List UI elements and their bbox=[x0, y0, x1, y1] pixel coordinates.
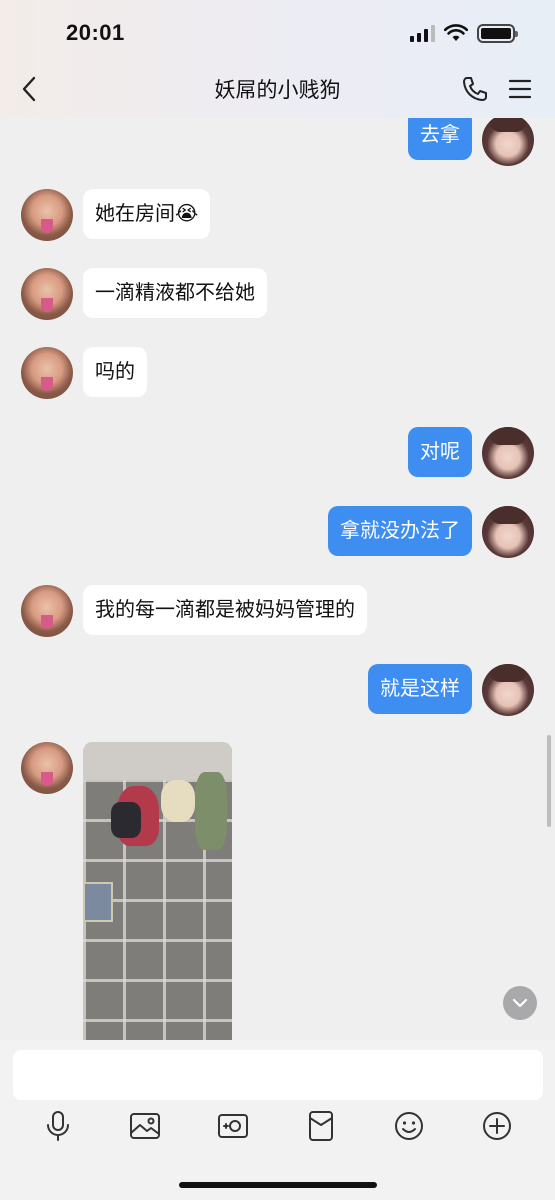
avatar[interactable] bbox=[482, 506, 534, 558]
status-icons bbox=[410, 22, 518, 44]
avatar[interactable] bbox=[21, 268, 73, 320]
message-bubble[interactable]: 对呢 bbox=[408, 427, 472, 477]
top-bar: 20:01 妖屌的小贱狗 bbox=[0, 0, 555, 118]
message-bubble[interactable]: 吗的 bbox=[83, 347, 147, 397]
scrollbar[interactable] bbox=[547, 735, 551, 827]
wifi-icon bbox=[444, 24, 468, 41]
menu-button[interactable] bbox=[503, 72, 537, 106]
avatar[interactable] bbox=[21, 585, 73, 637]
avatar[interactable] bbox=[21, 742, 73, 794]
navigation-bar: 妖屌的小贱狗 bbox=[0, 60, 555, 118]
status-time: 20:01 bbox=[66, 20, 125, 45]
phone-icon bbox=[463, 77, 487, 101]
message-bubble[interactable]: 就是这样 bbox=[368, 664, 472, 714]
avatar[interactable] bbox=[482, 427, 534, 479]
red-packet-button[interactable] bbox=[303, 1108, 339, 1144]
scroll-to-bottom-button[interactable] bbox=[503, 986, 537, 1020]
signal-icon bbox=[410, 24, 435, 42]
call-button[interactable] bbox=[458, 72, 492, 106]
avatar[interactable] bbox=[482, 118, 534, 166]
microphone-icon bbox=[47, 1111, 69, 1141]
photo-button[interactable] bbox=[127, 1108, 163, 1144]
camera-icon bbox=[218, 1114, 248, 1138]
red-packet-icon bbox=[309, 1111, 333, 1141]
avatar[interactable] bbox=[482, 664, 534, 716]
menu-icon bbox=[508, 79, 532, 99]
voice-button[interactable] bbox=[40, 1108, 76, 1144]
composer-toolbar bbox=[0, 1108, 555, 1148]
avatar[interactable] bbox=[21, 347, 73, 399]
composer bbox=[0, 1040, 555, 1200]
home-indicator bbox=[179, 1182, 377, 1188]
more-button[interactable] bbox=[479, 1108, 515, 1144]
message-bubble[interactable]: 她在房间😭 bbox=[83, 189, 211, 239]
message-bubble[interactable]: 一滴精液都不给她 bbox=[83, 268, 267, 318]
battery-icon bbox=[477, 23, 518, 43]
avatar[interactable] bbox=[21, 189, 73, 241]
emoji-button[interactable] bbox=[391, 1108, 427, 1144]
emoji-icon bbox=[395, 1112, 423, 1140]
message-bubble[interactable]: 拿就没办法了 bbox=[328, 506, 472, 556]
message-bubble[interactable]: 我的每一滴都是被妈妈管理的 bbox=[83, 585, 367, 635]
plus-icon bbox=[483, 1112, 511, 1140]
image-message[interactable] bbox=[83, 742, 232, 1040]
message-bubble[interactable]: 去拿 bbox=[408, 118, 472, 160]
image-icon bbox=[130, 1113, 160, 1139]
chevron-down-icon bbox=[512, 998, 528, 1008]
camera-button[interactable] bbox=[215, 1108, 251, 1144]
message-list[interactable]: 去拿 她在房间😭 一滴精液都不给她 吗的 对呢 拿就没办法了 我的每一滴都是被妈… bbox=[0, 118, 555, 1040]
message-input[interactable] bbox=[13, 1050, 543, 1100]
